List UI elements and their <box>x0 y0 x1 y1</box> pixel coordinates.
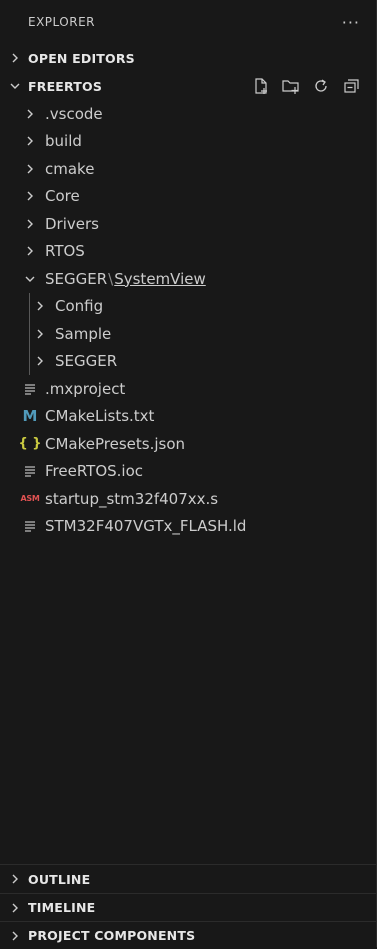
asm-icon: ASM <box>20 494 40 504</box>
file-freertos-ioc[interactable]: FreeRTOS.ioc <box>0 458 376 486</box>
file-label: CMakeLists.txt <box>45 407 155 426</box>
folder-label: cmake <box>45 159 95 178</box>
chevron-right-icon <box>8 51 22 65</box>
lines-icon <box>22 518 38 534</box>
folder-rtos[interactable]: RTOS <box>0 238 376 266</box>
section-outline[interactable]: OUTLINE <box>0 865 376 893</box>
file-cmakelists[interactable]: M CMakeLists.txt <box>0 403 376 431</box>
folder-label: Sample <box>55 324 112 343</box>
section-open-editors-label: OPEN EDITORS <box>28 50 135 66</box>
bottom-sections: OUTLINE TIMELINE PROJECT COMPONENTS <box>0 864 376 949</box>
chevron-right-icon <box>32 298 48 314</box>
more-actions-icon[interactable]: ··· <box>342 13 360 32</box>
chevron-right-icon <box>32 353 48 369</box>
new-file-icon[interactable] <box>250 75 272 97</box>
chevron-down-icon <box>8 79 22 93</box>
section-timeline-label: TIMELINE <box>28 900 96 915</box>
folder-segger-label: SEGGER <box>45 269 108 288</box>
folder-config[interactable]: Config <box>0 293 376 321</box>
chevron-right-icon <box>8 929 22 943</box>
folder-label: Drivers <box>45 214 99 233</box>
lines-icon <box>22 381 38 397</box>
chevron-right-icon <box>22 106 38 122</box>
json-braces-icon: { } <box>18 436 42 452</box>
file-linker[interactable]: STM32F407VGTx_FLASH.ld <box>0 513 376 541</box>
workspace-actions <box>250 72 362 100</box>
chevron-right-icon <box>8 872 22 886</box>
folder-cmake[interactable]: cmake <box>0 155 376 183</box>
section-workspace[interactable]: FREERTOS <box>0 72 376 100</box>
folder-label: build <box>45 132 82 151</box>
folder-segger-sub[interactable]: SEGGER <box>0 348 376 376</box>
folder-segger-systemview[interactable]: SEGGER \ SystemView <box>0 265 376 293</box>
file-label: startup_stm32f407xx.s <box>45 489 219 508</box>
section-timeline[interactable]: TIMELINE <box>0 893 376 921</box>
section-project-components[interactable]: PROJECT COMPONENTS <box>0 921 376 949</box>
chevron-right-icon <box>8 901 22 915</box>
explorer-titlebar: EXPLORER ··· <box>0 0 376 44</box>
section-project-components-label: PROJECT COMPONENTS <box>28 928 196 943</box>
explorer-panel: EXPLORER ··· OPEN EDITORS FREERTOS .vsco… <box>0 0 377 947</box>
folder-label: SEGGER <box>55 352 118 371</box>
chevron-right-icon <box>32 326 48 342</box>
folder-label: Core <box>45 187 80 206</box>
cmake-m-icon: M <box>22 407 38 426</box>
file-label: CMakePresets.json <box>45 434 186 453</box>
folder-build[interactable]: build <box>0 128 376 156</box>
folder-label: Config <box>55 297 104 316</box>
chevron-right-icon <box>22 188 38 204</box>
lines-icon <box>22 463 38 479</box>
explorer-title: EXPLORER <box>28 15 95 29</box>
collapse-all-icon[interactable] <box>340 75 362 97</box>
folder-systemview-label: SystemView <box>114 269 206 288</box>
folder-label: RTOS <box>45 242 85 261</box>
chevron-right-icon <box>22 216 38 232</box>
section-workspace-label: FREERTOS <box>28 78 103 94</box>
chevron-right-icon <box>22 133 38 149</box>
file-mxproject[interactable]: .mxproject <box>0 375 376 403</box>
chevron-down-icon <box>22 271 38 287</box>
new-folder-icon[interactable] <box>280 75 302 97</box>
chevron-right-icon <box>22 243 38 259</box>
section-open-editors[interactable]: OPEN EDITORS <box>0 44 376 72</box>
segger-children: Config Sample SEGGER <box>0 292 376 376</box>
file-label: STM32F407VGTx_FLASH.ld <box>45 517 247 536</box>
file-cmakepresets[interactable]: { } CMakePresets.json <box>0 430 376 458</box>
section-outline-label: OUTLINE <box>28 871 91 887</box>
file-tree: .vscode build cmake Core Drivers RTOS SE… <box>0 100 376 540</box>
folder-drivers[interactable]: Drivers <box>0 210 376 238</box>
path-separator: \ <box>108 269 114 288</box>
chevron-right-icon <box>22 161 38 177</box>
folder-vscode[interactable]: .vscode <box>0 100 376 128</box>
folder-core[interactable]: Core <box>0 183 376 211</box>
file-startup[interactable]: ASM startup_stm32f407xx.s <box>0 485 376 513</box>
refresh-icon[interactable] <box>310 75 332 97</box>
folder-sample[interactable]: Sample <box>0 320 376 348</box>
file-label: .mxproject <box>45 379 126 398</box>
file-label: FreeRTOS.ioc <box>45 462 144 481</box>
folder-label: .vscode <box>45 104 103 123</box>
